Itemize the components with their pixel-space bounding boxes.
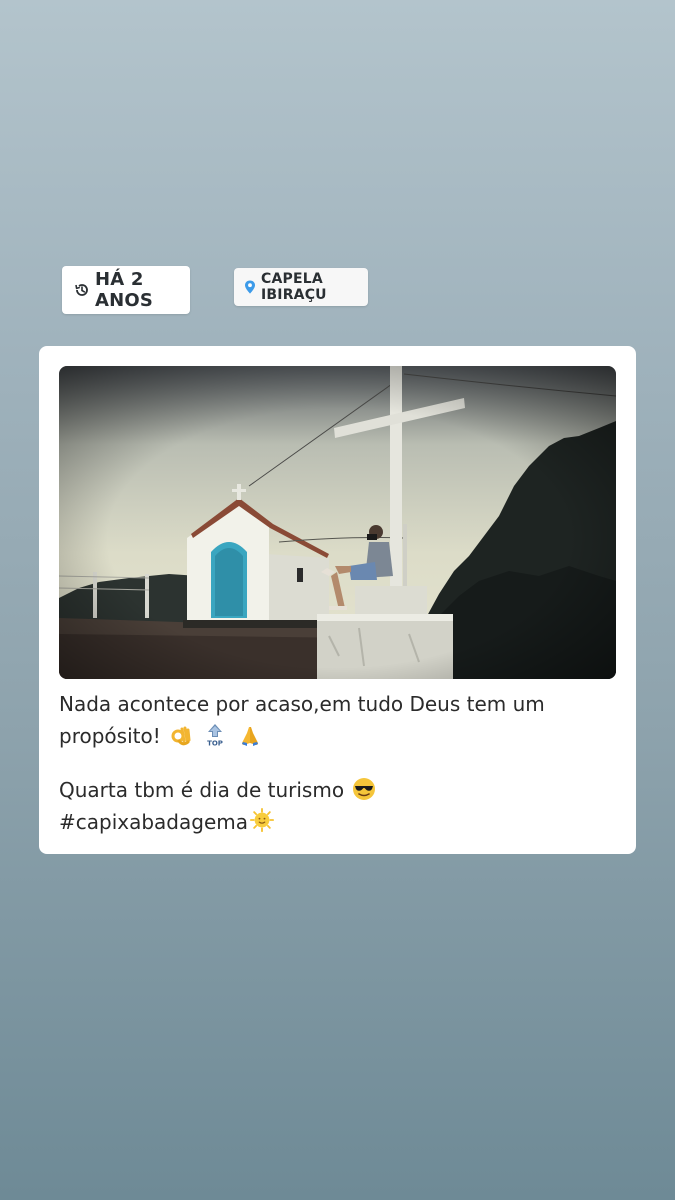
- caption-line-3-text: Quarta tbm é dia de turismo: [59, 778, 345, 802]
- praying-hands-icon: [238, 724, 262, 748]
- post-caption: Nada acontece por acaso,em tudo Deus tem…: [59, 688, 616, 838]
- history-icon: [74, 282, 90, 298]
- location-sticker[interactable]: CAPELA IBIRAÇU: [234, 268, 368, 306]
- memory-post-card[interactable]: Nada acontece por acaso,em tudo Deus tem…: [39, 346, 636, 854]
- caption-hashtag[interactable]: #capixabadagema: [59, 810, 248, 834]
- time-sticker-label: HÁ 2 ANOS: [95, 269, 154, 311]
- sun-face-icon: [250, 808, 274, 832]
- ok-hand-icon: [169, 724, 193, 748]
- caption-line-3: Quarta tbm é dia de turismo: [59, 774, 616, 806]
- sunglasses-face-icon: [352, 777, 376, 801]
- caption-line-2: propósito! TOP: [59, 720, 616, 752]
- top-arrow-icon: TOP: [203, 723, 227, 747]
- caption-line-2-text: propósito!: [59, 724, 161, 748]
- memory-time-sticker[interactable]: HÁ 2 ANOS: [62, 266, 190, 314]
- location-sticker-label: CAPELA IBIRAÇU: [261, 271, 327, 303]
- caption-line-4: #capixabadagema: [59, 806, 616, 838]
- svg-text:TOP: TOP: [208, 740, 224, 748]
- caption-line-1: Nada acontece por acaso,em tudo Deus tem…: [59, 692, 545, 716]
- post-photo[interactable]: [59, 366, 616, 679]
- location-pin-icon: [244, 280, 256, 294]
